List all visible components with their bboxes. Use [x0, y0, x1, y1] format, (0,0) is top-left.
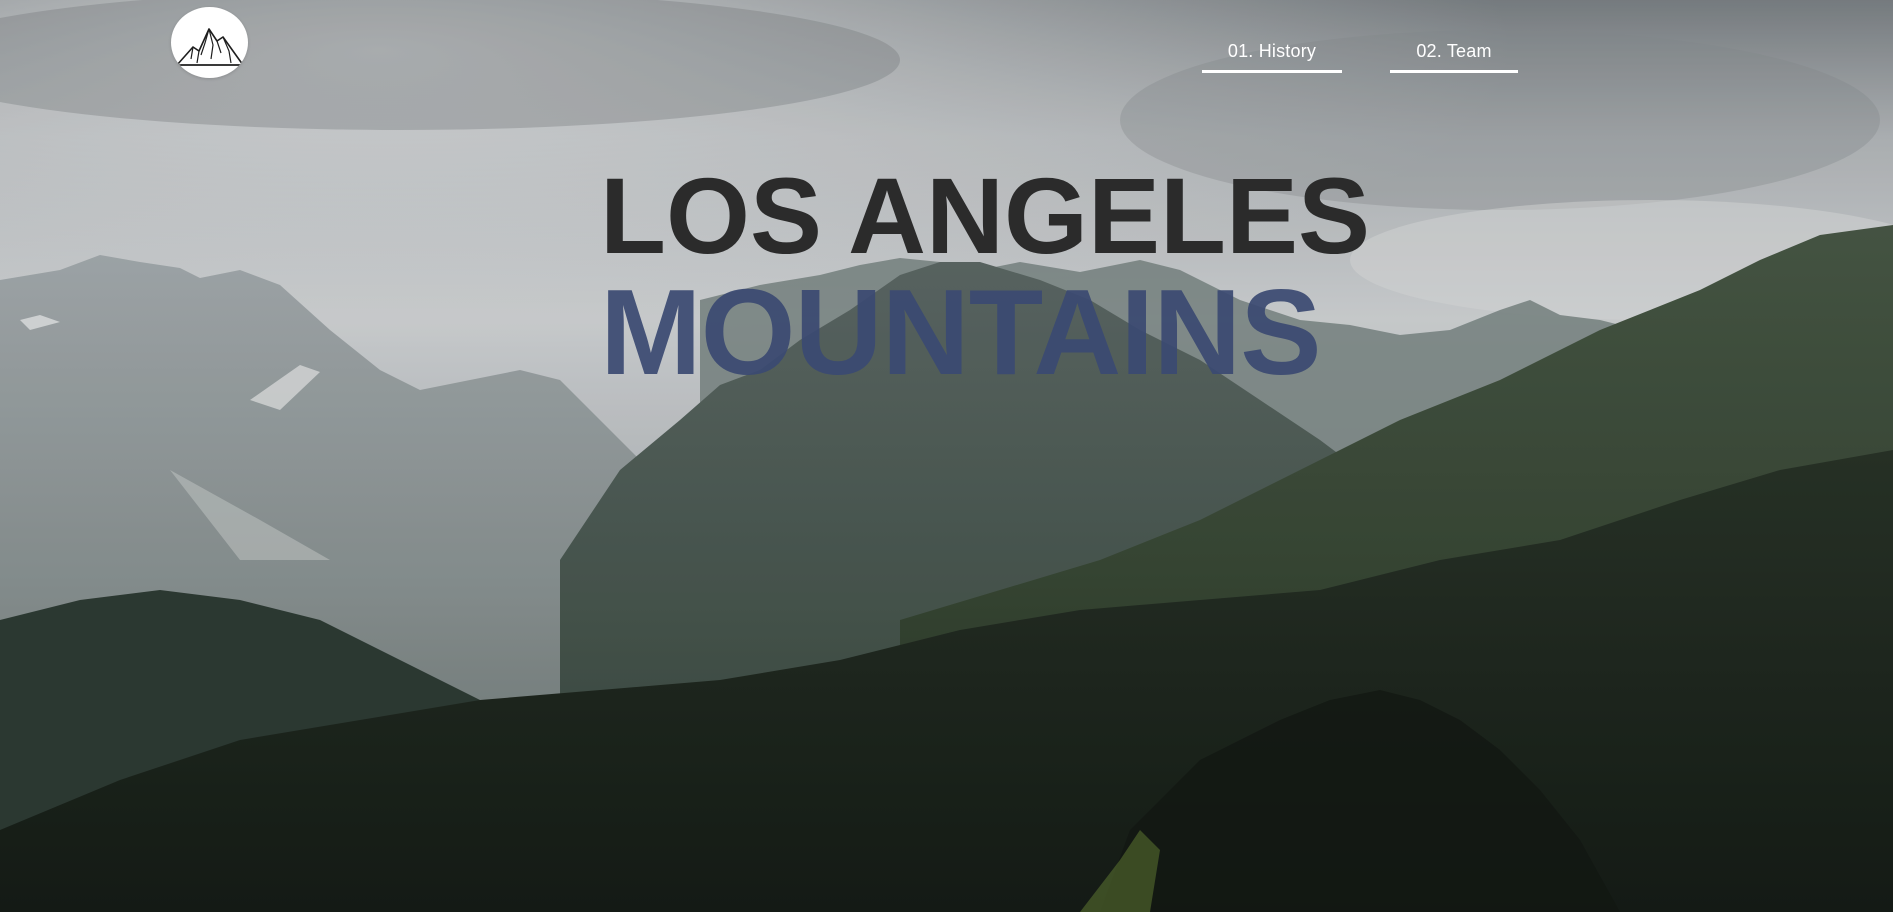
- mountain-background-image: [0, 0, 1893, 912]
- nav-link-team[interactable]: 02. Team: [1390, 40, 1518, 73]
- main-navigation: 01. History 02. Team: [1202, 40, 1518, 73]
- hero-title-line-1: LOS ANGELES: [600, 155, 1371, 276]
- logo[interactable]: [171, 7, 248, 78]
- hero-title: LOS ANGELES MOUNTAINS: [600, 155, 1371, 400]
- hero-title-line-2: MOUNTAINS: [600, 264, 1322, 400]
- nav-link-history[interactable]: 01. History: [1202, 40, 1342, 73]
- hero-section: 01. History 02. Team LOS ANGELES MOUNTAI…: [0, 0, 1893, 912]
- mountain-logo-icon: [176, 28, 244, 66]
